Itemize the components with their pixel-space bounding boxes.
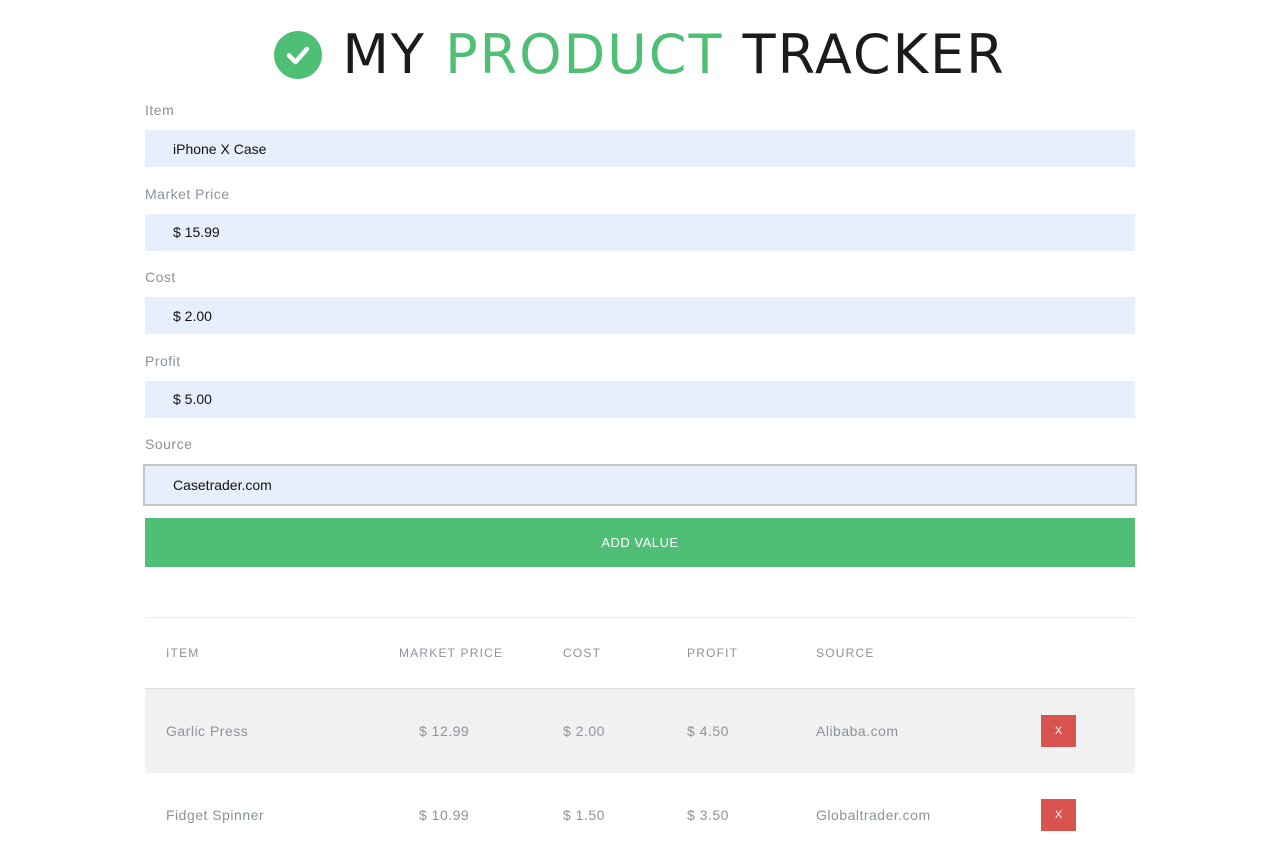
market-price-input[interactable] (145, 213, 1135, 251)
table-header: ITEM MARKET PRICE COST PROFIT SOURCE (145, 618, 1135, 689)
row-item: Garlic Press (166, 723, 249, 739)
app-header: MY PRODUCT TRACKER (0, 24, 1280, 86)
row-cost: $ 2.00 (563, 723, 605, 739)
source-input[interactable] (143, 464, 1137, 506)
market-price-label: Market Price (145, 185, 230, 202)
product-form: Item Market Price Cost Profit Source (143, 100, 1137, 518)
profit-field-group: Profit (145, 351, 1135, 435)
market-price-field-group: Market Price (145, 184, 1135, 268)
product-table: ITEM MARKET PRICE COST PROFIT SOURCE Gar… (145, 617, 1135, 853)
table-row: Fidget Spinner $ 10.99 $ 1.50 $ 3.50 Glo… (145, 773, 1135, 853)
item-label: Item (145, 102, 175, 118)
delete-row-button[interactable]: X (1041, 715, 1076, 747)
row-source: Alibaba.com (816, 723, 899, 739)
row-market-price: $ 10.99 (419, 807, 470, 823)
add-value-button[interactable]: ADD VALUE (145, 518, 1135, 567)
column-header-cost: COST (563, 646, 602, 660)
check-circle-icon (274, 31, 323, 79)
cost-label: Cost (145, 269, 176, 285)
column-header-item: ITEM (166, 646, 200, 660)
cost-input[interactable] (145, 297, 1135, 334)
column-header-source: SOURCE (816, 646, 875, 660)
row-profit: $ 4.50 (687, 723, 729, 739)
row-source: Globaltrader.com (816, 807, 931, 823)
delete-row-button[interactable]: X (1041, 799, 1076, 831)
row-item: Fidget Spinner (166, 807, 265, 823)
column-header-market-price: MARKET PRICE (399, 646, 504, 660)
row-market-price: $ 12.99 (419, 723, 470, 739)
page-title: MY PRODUCT TRACKER (342, 23, 1006, 86)
item-field-group: Item (145, 100, 1135, 184)
profit-input[interactable] (145, 380, 1135, 418)
row-cost: $ 1.50 (563, 807, 605, 823)
cost-field-group: Cost (145, 267, 1135, 351)
row-profit: $ 3.50 (687, 807, 729, 823)
source-field-group: Source (143, 434, 1137, 518)
profit-label: Profit (145, 352, 181, 369)
item-input[interactable] (145, 130, 1135, 167)
column-header-profit: PROFIT (687, 646, 739, 660)
source-label: Source (145, 436, 193, 452)
table-row: Garlic Press $ 12.99 $ 2.00 $ 4.50 Aliba… (145, 689, 1135, 773)
